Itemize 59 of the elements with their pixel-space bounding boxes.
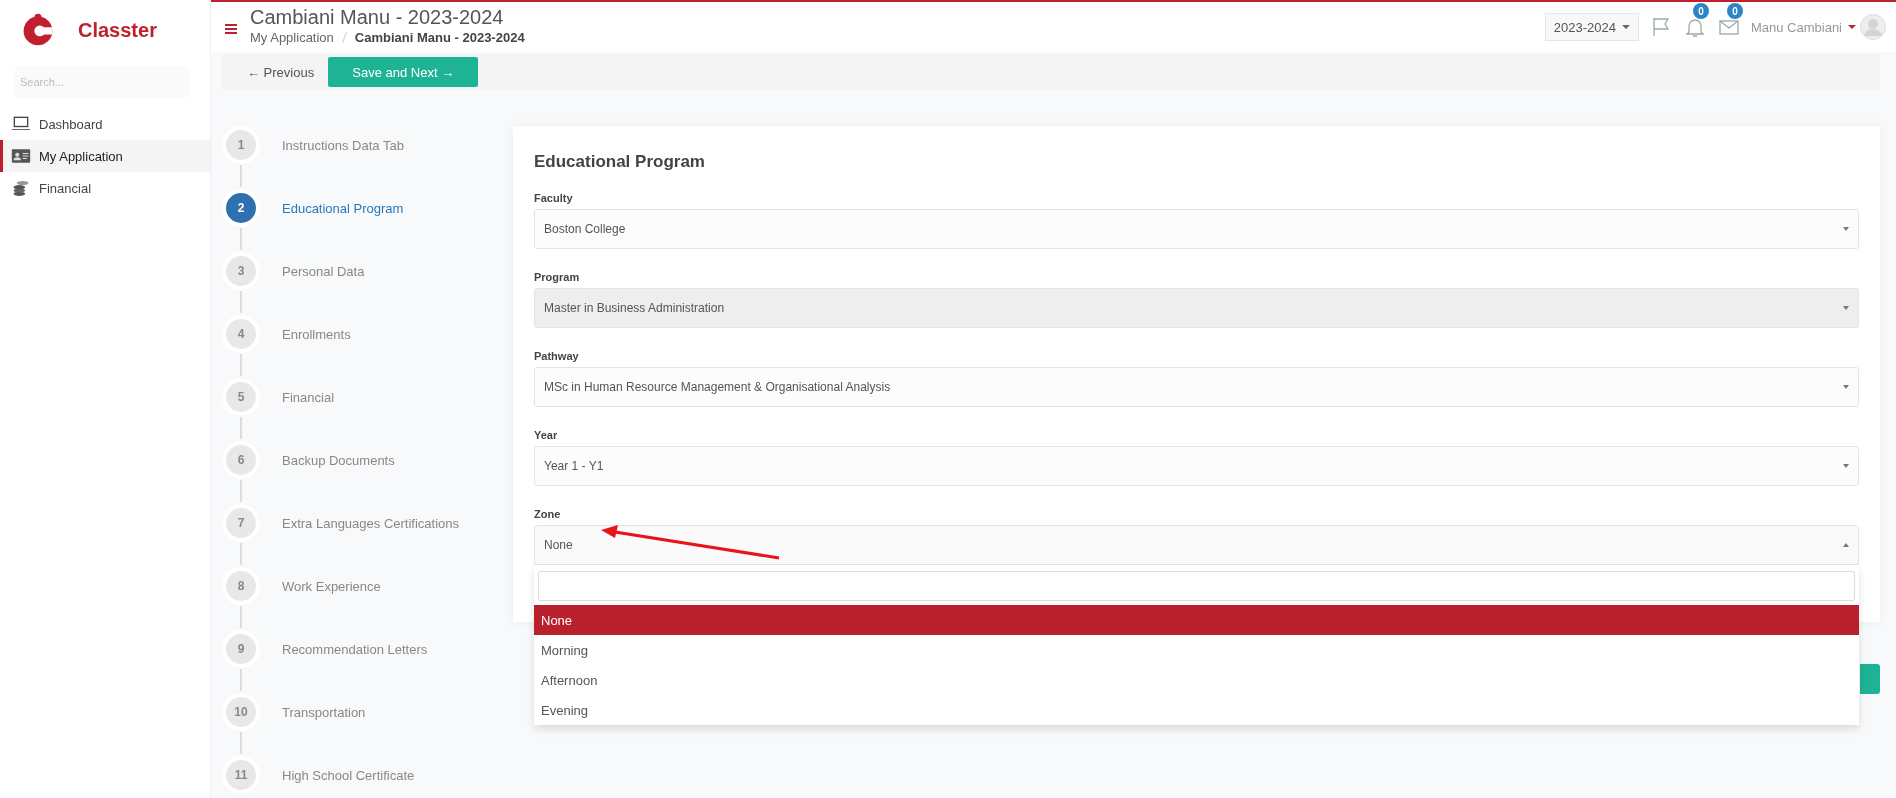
step-number: 9	[226, 634, 256, 664]
field-label: Pathway	[534, 350, 580, 362]
step-number: 11	[226, 760, 256, 790]
field-label: Program	[534, 271, 581, 283]
nav-item[interactable]: Dashboard	[0, 108, 210, 140]
step-number: 10	[226, 697, 256, 727]
form-title: Educational Program	[534, 152, 706, 172]
step-number: 6	[226, 445, 256, 475]
select-field[interactable]: Year 1 - Y1	[534, 446, 1859, 486]
search-field[interactable]: Search...	[14, 66, 190, 98]
dropdown-option[interactable]: None	[534, 605, 1859, 635]
step-number: 7	[226, 508, 256, 538]
step-item[interactable]: 6 Backup Documents	[226, 445, 513, 475]
step-item[interactable]: 10 Transportation	[226, 697, 513, 727]
previous-button[interactable]: ← Previous	[247, 64, 315, 80]
step-number: 1	[226, 130, 256, 160]
page-title: Cambiani Manu - 2023-2024	[250, 5, 505, 29]
step-item[interactable]: 4 Enrollments	[226, 319, 513, 349]
nav-item[interactable]: Financial	[0, 172, 210, 204]
step-item[interactable]: 2 Educational Program	[226, 193, 513, 223]
breadcrumb-link[interactable]: My Application	[250, 29, 334, 45]
step-number: 5	[226, 382, 256, 412]
caret-icon	[1843, 543, 1849, 547]
select-field[interactable]: MSc in Human Resource Management & Organisational Analysis	[534, 367, 1859, 407]
step-item[interactable]: 1 Instructions Data Tab	[226, 130, 513, 160]
field-label: Faculty	[534, 192, 574, 204]
year-dropdown[interactable]: 2023-2024	[1544, 13, 1639, 41]
avatar-icon	[1860, 14, 1886, 40]
select-field[interactable]: None	[534, 525, 1859, 565]
step-number: 3	[226, 256, 256, 286]
coins-icon	[11, 178, 31, 198]
select-field[interactable]: Boston College	[534, 209, 1859, 249]
caret-icon	[1843, 385, 1849, 389]
notification-badge: 0	[1692, 3, 1709, 19]
field-label: Zone	[534, 508, 562, 520]
field-label: Year	[534, 429, 559, 441]
step-item[interactable]: 11 High School Certificate	[226, 760, 513, 790]
caret-icon	[1843, 227, 1849, 231]
brand-name: Classter	[78, 18, 157, 42]
select-field: Master in Business Administration	[534, 288, 1859, 328]
step-item[interactable]: 3 Personal Data	[226, 256, 513, 286]
id-card-icon	[11, 146, 31, 166]
caret-icon	[1843, 306, 1849, 310]
dropdown-search-field[interactable]	[538, 571, 1855, 601]
dropdown-option[interactable]: Morning	[534, 635, 1859, 665]
breadcrumb-current: Cambiani Manu - 2023-2024	[354, 29, 525, 45]
step-number: 2	[226, 193, 256, 223]
step-number: 4	[226, 319, 256, 349]
step-item[interactable]: 8 Work Experience	[226, 571, 513, 601]
step-item[interactable]: 7 Extra Languages Certifications	[226, 508, 513, 538]
step-item[interactable]: 9 Recommendation Letters	[226, 634, 513, 664]
menu-icon[interactable]	[225, 24, 237, 34]
dropdown-option[interactable]: Afternoon	[534, 665, 1859, 695]
step-item[interactable]: 5 Financial	[226, 382, 513, 412]
dropdown-option[interactable]: Evening	[534, 695, 1859, 725]
caret-icon	[1843, 464, 1849, 468]
message-badge: 0	[1726, 3, 1743, 19]
step-number: 8	[226, 571, 256, 601]
nav-item[interactable]: My Application	[0, 140, 210, 172]
